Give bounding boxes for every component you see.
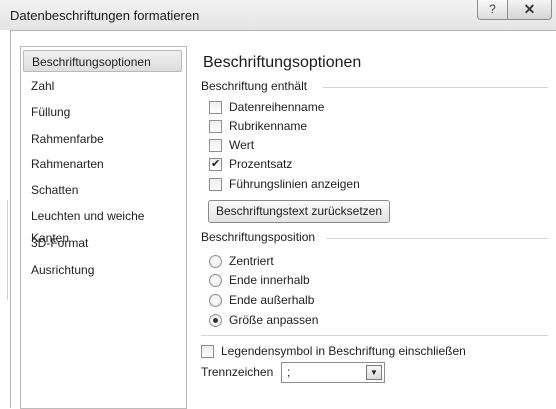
help-button[interactable]: ? [477,0,508,20]
divider [326,238,548,239]
groesse-anpassen-label: Größe anpassen [229,313,319,327]
close-button[interactable]: ✕ [507,0,552,20]
legendensymbol-label: Legendensymbol in Beschriftung einschlie… [221,344,466,358]
nav-item-ausrichtung[interactable]: Ausrichtung [23,259,182,281]
chevron-down-icon[interactable]: ▼ [366,365,382,380]
prozentsatz-label: Prozentsatz [229,157,293,171]
options-pane: Beschriftungsoptionen Beschriftung enthä… [195,46,556,407]
nav-item-schatten[interactable]: Schatten [23,179,182,201]
zentriert-label: Zentriert [229,254,274,268]
close-icon: ✕ [523,1,536,17]
nav-item-rahmenarten[interactable]: Rahmenarten [23,153,182,175]
ende-ausserhalb-radio[interactable] [209,294,222,307]
nav-item-zahl[interactable]: Zahl [23,75,182,97]
contains-group-label: Beschriftung enthält [201,79,308,93]
zentriert-radio[interactable] [209,255,222,268]
nav-item-rahmenfarbe[interactable]: Rahmenfarbe [23,128,182,150]
reset-label-text-button[interactable]: Beschriftungstext zurücksetzen [208,200,390,223]
legendensymbol-checkbox[interactable] [201,345,214,358]
window-title: Datenbeschriftungen formatieren [10,8,200,23]
page-title: Beschriftungsoptionen [203,54,362,71]
groesse-anpassen-radio[interactable] [209,314,222,327]
ende-ausserhalb-label: Ende außerhalb [229,293,315,307]
prozentsatz-checkbox[interactable]: ✔ [209,158,222,171]
separator-label: Trennzeichen [201,365,274,379]
radio-selected-dot [213,318,218,323]
fuehrungslinien-label: Führungslinien anzeigen [229,177,360,191]
divider [201,335,548,336]
nav-item-leuchten[interactable]: Leuchten und weiche Kanten [23,205,182,245]
datenreihenname-checkbox[interactable] [209,101,222,114]
separator-value: ; [287,365,291,379]
rubrikenname-label: Rubrikenname [229,119,308,133]
datenreihenname-label: Datenreihenname [229,100,325,114]
fuehrungslinien-checkbox[interactable] [209,178,222,191]
nav-item-3d-format[interactable]: 3D-Format [23,232,182,254]
divider [323,87,548,88]
wert-label: Wert [229,138,255,152]
checkmark-icon: ✔ [211,158,221,170]
nav-item-beschriftungsoptionen[interactable]: Beschriftungsoptionen [23,50,182,72]
ende-innerhalb-radio[interactable] [209,274,222,287]
title-bar: Datenbeschriftungen formatieren ? ✕ [0,0,556,30]
wert-checkbox[interactable] [209,139,222,152]
help-icon: ? [489,2,496,16]
separator-select[interactable]: ; ▼ [281,362,385,383]
category-list: Beschriftungsoptionen Zahl Füllung Rahme… [20,46,187,409]
position-group-label: Beschriftungsposition [201,230,316,244]
nav-item-fuellung[interactable]: Füllung [23,101,182,123]
rubrikenname-checkbox[interactable] [209,120,222,133]
ende-innerhalb-label: Ende innerhalb [229,273,310,287]
window-edge [7,200,8,300]
